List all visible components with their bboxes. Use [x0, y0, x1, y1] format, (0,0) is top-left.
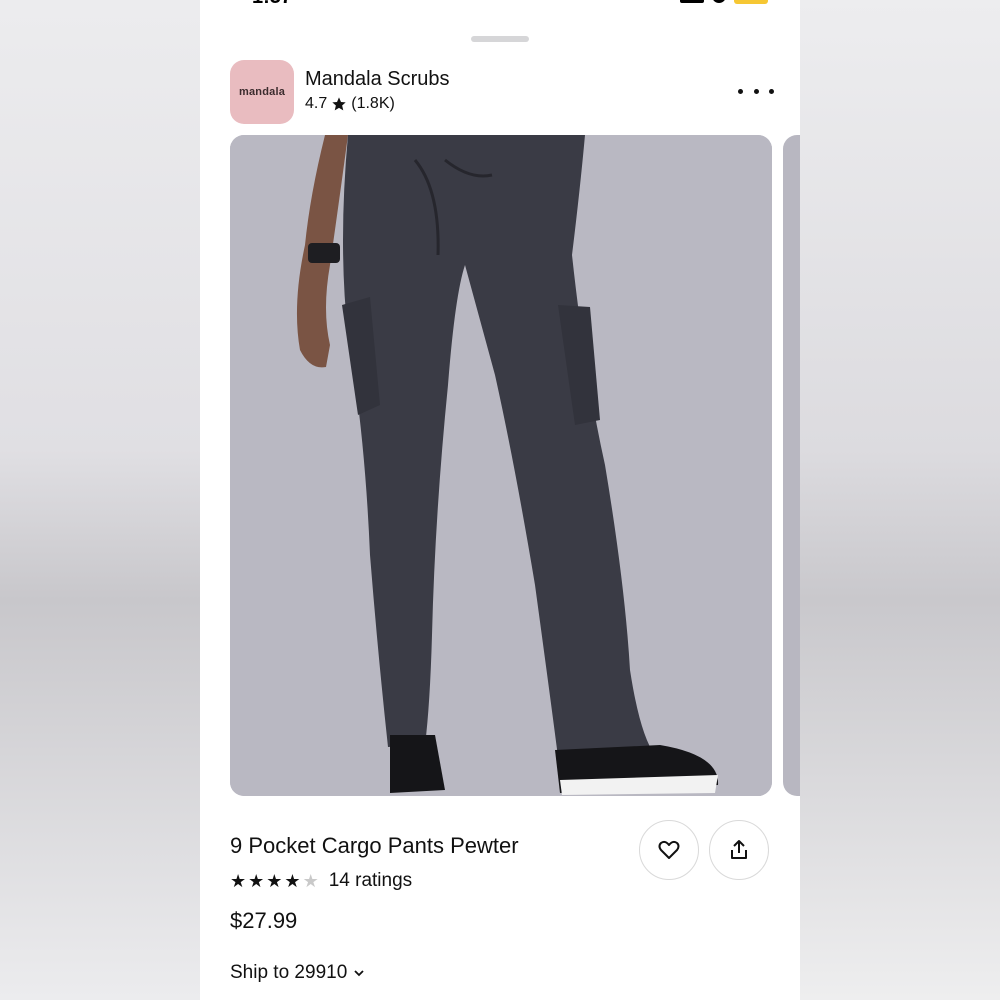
pants-photo — [230, 135, 772, 796]
heart-icon — [658, 840, 680, 859]
ship-to-selector[interactable]: Ship to 29910 — [230, 962, 365, 984]
star-empty-icon: ★ — [302, 871, 319, 891]
shop-name[interactable]: Mandala Scrubs — [305, 68, 450, 91]
more-options-button[interactable] — [738, 80, 774, 102]
sheet-grabber-handle[interactable] — [471, 36, 529, 42]
share-button[interactable] — [709, 820, 769, 880]
favorite-button[interactable] — [639, 820, 699, 880]
star-icon — [332, 97, 346, 111]
next-product-image[interactable] — [783, 135, 800, 796]
background-right — [800, 0, 1000, 1000]
shop-rating-value: 4.7 — [305, 95, 328, 112]
ratings-count[interactable]: 14 ratings — [329, 870, 412, 892]
shop-logo-text: mandala — [238, 86, 286, 98]
chevron-down-icon — [354, 970, 364, 977]
wifi-icon — [712, 0, 726, 3]
product-price: $27.99 — [230, 908, 298, 933]
background-left — [0, 0, 200, 1000]
star-icon: ★ — [266, 871, 283, 891]
star-icon: ★ — [284, 871, 301, 891]
ship-to-text: Ship to 29910 — [230, 962, 348, 983]
product-title: 9 Pocket Cargo Pants Pewter — [230, 833, 519, 858]
shop-logo[interactable]: mandala — [230, 60, 294, 124]
star-icon: ★ — [248, 871, 265, 891]
product-image[interactable] — [230, 135, 772, 796]
shop-review-count: (1.8K) — [351, 95, 395, 112]
star-icon: ★ — [230, 871, 247, 891]
status-time: 1:37 — [252, 0, 292, 9]
more-icon — [738, 88, 743, 94]
product-rating[interactable]: ★ ★ ★ ★ ★ 14 ratings — [230, 870, 412, 892]
shop-rating: 4.7 (1.8K) — [305, 95, 395, 113]
signal-icon — [680, 0, 704, 3]
share-icon — [731, 840, 747, 859]
product-sheet: 1:37 mandala Mandala Scrubs 4.7 (1.8K) — [200, 0, 800, 1000]
status-icons — [680, 0, 768, 4]
battery-icon — [734, 0, 768, 4]
